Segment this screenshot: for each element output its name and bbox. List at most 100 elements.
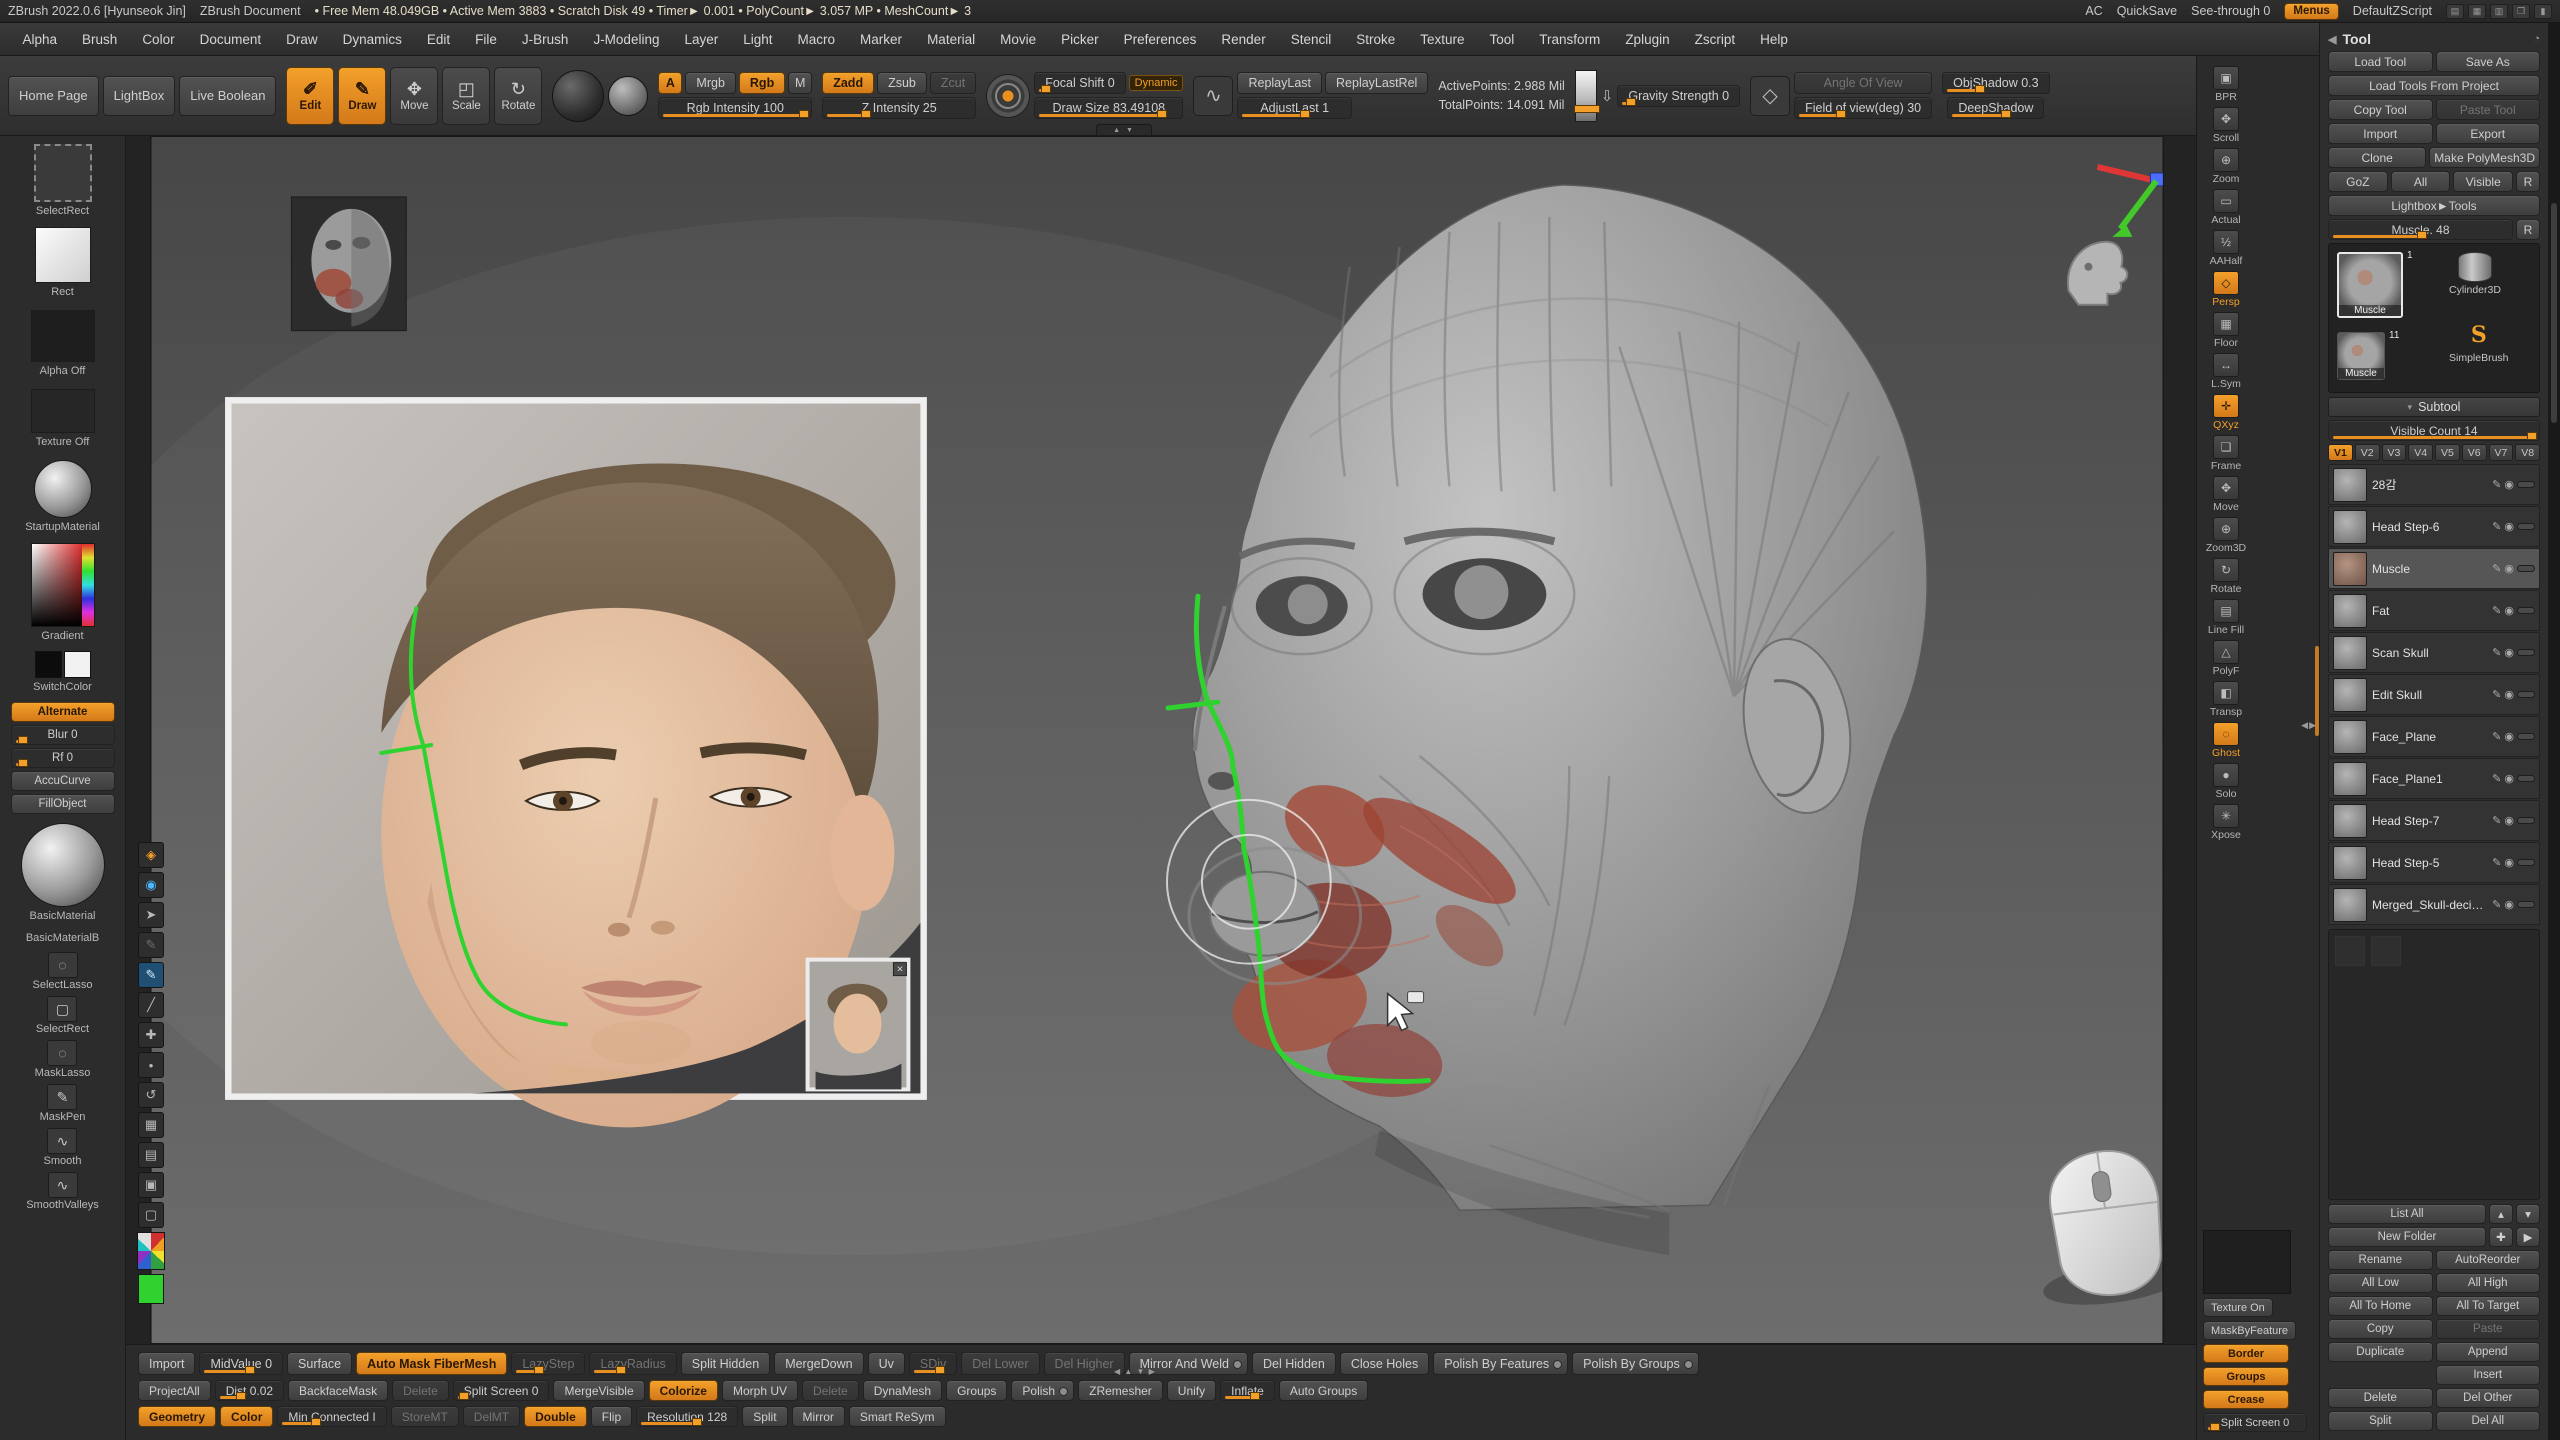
mini-palette-swatches[interactable] [137,1232,165,1270]
subtool-header[interactable]: ▾ Subtool [2328,397,2540,417]
render-toggles-icon[interactable] [2517,733,2535,740]
menu-item[interactable]: Help [1748,23,1801,55]
clone-button[interactable]: Clone [2328,147,2426,168]
bottom-button[interactable]: Color [220,1406,273,1427]
right-shelf-button[interactable]: ✳ Xpose [2203,804,2249,841]
polypaint-icon[interactable]: ✎ [2492,604,2501,617]
mini-tool-button[interactable]: ▦ [138,1112,164,1138]
fill-object-button[interactable]: FillObject [11,794,115,814]
visibility-eye-icon[interactable]: ◉ [2504,562,2514,575]
subtool-action-button[interactable]: All Low [2328,1273,2433,1293]
right-shelf-button[interactable]: ½ AAHalf [2203,230,2249,267]
menu-item[interactable]: Layer [672,23,731,55]
save-as-button[interactable]: Save As [2436,51,2541,72]
polypaint-icon[interactable]: ✎ [2492,646,2501,659]
mode-tile[interactable]: ↻ Rotate [494,67,542,125]
right-shelf-button[interactable]: ● Solo [2203,763,2249,800]
hue-strip[interactable] [82,544,94,626]
visibility-eye-icon[interactable]: ◉ [2504,646,2514,659]
bottom-button[interactable]: SDiv [909,1352,957,1375]
m-button[interactable]: M [788,72,812,94]
draw-size-slider[interactable]: Draw Size 83.49108 [1034,97,1183,119]
channel-a-button[interactable]: A [658,72,682,94]
visibility-eye-icon[interactable]: ◉ [2504,520,2514,533]
bottom-button[interactable]: Mirror [792,1406,845,1427]
brush-slot[interactable]: ✎ MaskPen [40,1084,86,1124]
rf-slider[interactable]: Rf 0 [11,748,115,768]
mode-tile[interactable]: ◰ Scale [442,67,490,125]
z-intensity-slider[interactable]: Z Intensity 25 [822,97,976,119]
switch-color-swatches[interactable] [35,651,91,678]
visibility-eye-icon[interactable]: ◉ [2504,478,2514,491]
menu-item[interactable]: Color [130,23,187,55]
groups-button[interactable]: Groups [2203,1367,2289,1386]
mini-tool-button[interactable]: ╱ [138,992,164,1018]
bottom-button[interactable]: Dist 0.02 [215,1380,284,1401]
subtool-action-button[interactable]: Del All [2436,1411,2541,1431]
titlebar-icon[interactable]: ▦ [2468,4,2486,19]
zadd-button[interactable]: Zadd [822,72,874,94]
subtool-action-button[interactable]: All To Target [2436,1296,2541,1316]
inset-photo[interactable]: × [808,960,909,1090]
visibility-eye-icon[interactable]: ◉ [2504,730,2514,743]
menu-item[interactable]: Material [915,23,988,55]
menu-item[interactable]: Transform [1527,23,1613,55]
right-shelf-button[interactable]: ✛ QXyz [2203,394,2249,431]
mini-tool-button[interactable]: ✎ [138,962,164,988]
lightbox-tools-button[interactable]: Lightbox►Tools [2328,195,2540,216]
angle-of-view-button[interactable]: Angle Of View [1794,72,1932,94]
render-toggles-icon[interactable] [2517,691,2535,698]
gravity-direction-widget[interactable] [1575,70,1597,122]
bottom-button[interactable]: Morph UV [722,1380,798,1401]
brush-slot[interactable]: ∿ SmoothValleys [26,1172,99,1212]
paste-tool-button[interactable]: Paste Tool [2436,99,2541,120]
subtool-row[interactable]: Muscle ✎ ◉ [2328,548,2540,589]
live-boolean-button[interactable]: Live Boolean [179,76,276,116]
default-zscript-button[interactable]: DefaultZScript [2353,4,2432,18]
render-toggles-icon[interactable] [2517,607,2535,614]
mini-tool-button[interactable]: ➤ [138,902,164,928]
bottom-button[interactable]: Uv [868,1352,905,1375]
subtool-action-button[interactable]: Insert [2436,1365,2541,1385]
texture-on-button[interactable]: Texture On [2203,1298,2273,1317]
bottom-button[interactable]: Auto Groups [1279,1380,1368,1401]
bottom-button[interactable]: Split Hidden [681,1352,770,1375]
titlebar-icon[interactable]: ▮ [2534,4,2552,19]
alternate-button[interactable]: Alternate [11,702,115,722]
mini-tool-button[interactable]: ✚ [138,1022,164,1048]
load-tools-from-project-button[interactable]: Load Tools From Project [2328,75,2540,96]
mask-by-feature-button[interactable]: MaskByFeature [2203,1321,2296,1340]
gravity-strength-slider[interactable]: Gravity Strength 0 [1617,85,1740,107]
menu-item[interactable]: Dynamics [330,23,414,55]
list-up-button[interactable]: ▴ [2489,1204,2513,1224]
bottom-button[interactable]: Surface [287,1352,352,1375]
mini-tool-button[interactable]: ▢ [138,1202,164,1228]
right-shelf-button[interactable]: ◧ Transp [2203,681,2249,718]
menu-item[interactable]: Render [1209,23,1278,55]
rgb-intensity-slider[interactable]: Rgb Intensity 100 [658,97,812,119]
polypaint-icon[interactable]: ✎ [2492,856,2501,869]
mode-tile[interactable]: ✥ Move [390,67,438,125]
texture-thumbnail[interactable] [2203,1230,2291,1294]
zsub-button[interactable]: Zsub [877,72,927,94]
focal-shift-slider[interactable]: Focal Shift 0 [1034,72,1125,94]
polypaint-icon[interactable]: ✎ [2492,478,2501,491]
subtool-action-button[interactable]: Rename [2328,1250,2433,1270]
menu-item[interactable]: Macro [785,23,848,55]
subtool-row[interactable]: Scan Skull ✎ ◉ [2328,632,2540,673]
visibility-eye-icon[interactable]: ◉ [2504,814,2514,827]
bottom-button[interactable]: Del Lower [961,1352,1039,1375]
adjust-last-slider[interactable]: AdjustLast 1 [1237,97,1352,119]
tool-thumbnail-muscle-2[interactable]: Muscle [2337,332,2385,380]
new-folder-button[interactable]: New Folder [2328,1227,2486,1247]
list-down-button[interactable]: ▾ [2516,1204,2540,1224]
folder-nav-button[interactable]: ▶ [2516,1227,2540,1247]
menu-item[interactable]: Stroke [1344,23,1408,55]
polypaint-icon[interactable]: ✎ [2492,520,2501,533]
secondary-material-sphere[interactable] [608,76,648,116]
brush-slot[interactable]: ∿ Smooth [44,1128,82,1168]
bottom-button[interactable]: Colorize [649,1380,718,1401]
blur-slider[interactable]: Blur 0 [11,725,115,745]
make-polymesh3d-button[interactable]: Make PolyMesh3D [2429,147,2540,168]
panel-menu-icon[interactable]: ◔ [2533,33,2540,45]
